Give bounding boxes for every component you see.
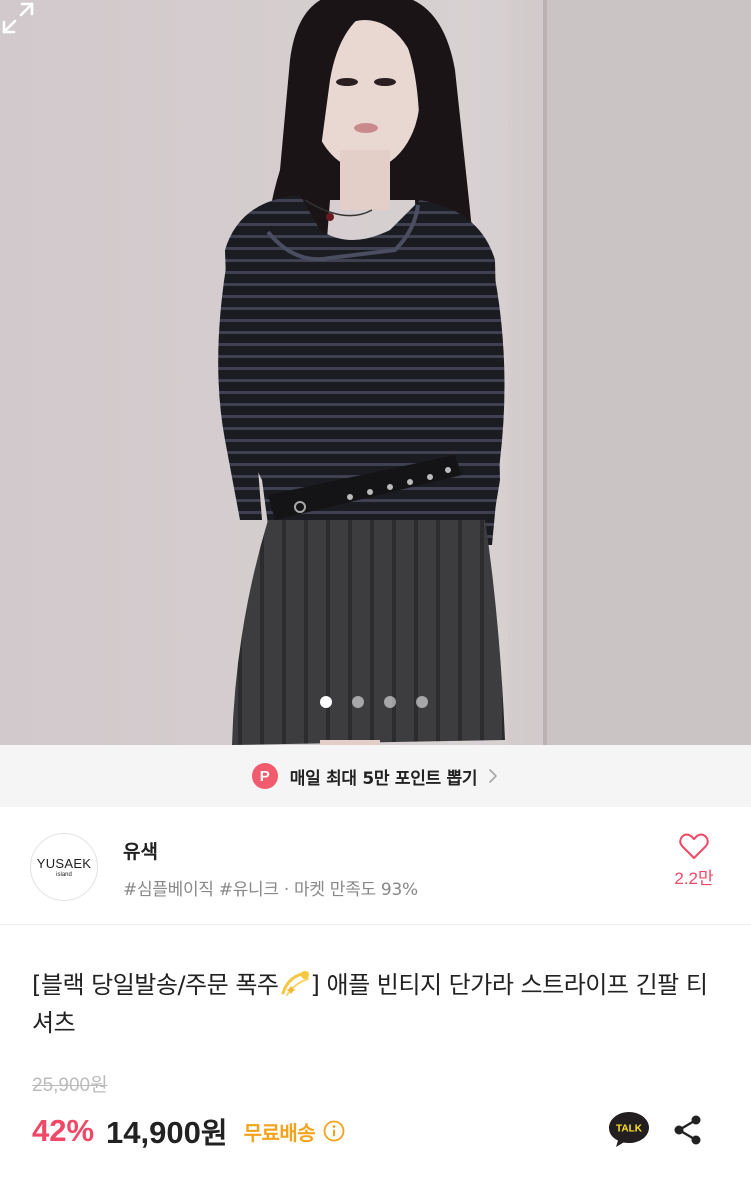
- shop-name[interactable]: 유색: [123, 837, 158, 864]
- carousel-indicator: [320, 696, 428, 708]
- carousel-dot[interactable]: [320, 696, 332, 708]
- price-row: 42% 14,900원 무료배송: [32, 1110, 345, 1152]
- share-icon[interactable]: [670, 1112, 706, 1148]
- shop-tags: #심플베이직 #유니크 · 마켓 만족도 93%: [123, 880, 418, 900]
- kakao-talk-button[interactable]: TALK: [608, 1110, 650, 1148]
- price-unit: 원: [200, 1118, 228, 1150]
- info-icon[interactable]: [323, 1120, 345, 1142]
- product-title: [블랙 당일발송/주문 폭주 ] 애플 빈티지 단가라 스트라이프 긴팔 티셔츠: [32, 966, 722, 1042]
- shop-logo-text: YUSAEK: [36, 856, 92, 871]
- expand-icon[interactable]: [0, 0, 36, 36]
- shop-logo-subtext: island: [56, 872, 72, 878]
- sparkle-emoji-icon: [281, 971, 309, 996]
- carousel-dot[interactable]: [416, 696, 428, 708]
- like-count: 2.2만: [674, 869, 714, 888]
- point-badge-icon: P: [251, 763, 278, 789]
- talk-label: TALK: [616, 1124, 643, 1135]
- model-photo: [0, 0, 751, 745]
- shop-logo[interactable]: YUSAEK island: [30, 833, 98, 901]
- free-shipping-label: 무료배송: [243, 1120, 316, 1145]
- point-banner-text: 매일 최대 5만 포인트 뽑기: [289, 768, 478, 789]
- discount-rate: 42%: [32, 1113, 95, 1148]
- sale-price: 14,900원: [106, 1110, 228, 1152]
- product-title-part1: [블랙 당일발송/주문 폭주: [32, 971, 279, 999]
- heart-icon: [679, 833, 709, 859]
- carousel-dot[interactable]: [352, 696, 364, 708]
- chevron-right-icon: [489, 769, 498, 783]
- product-image-carousel[interactable]: [0, 0, 751, 745]
- shop-info: YUSAEK island 유색 #심플베이직 #유니크 · 마켓 만족도 93…: [0, 807, 751, 925]
- point-event-banner[interactable]: P 매일 최대 5만 포인트 뽑기: [0, 745, 751, 807]
- carousel-dot[interactable]: [384, 696, 396, 708]
- like-button[interactable]: 2.2만: [664, 833, 724, 889]
- sale-price-value: 14,900: [106, 1115, 201, 1150]
- original-price: 25,900원: [32, 1075, 108, 1096]
